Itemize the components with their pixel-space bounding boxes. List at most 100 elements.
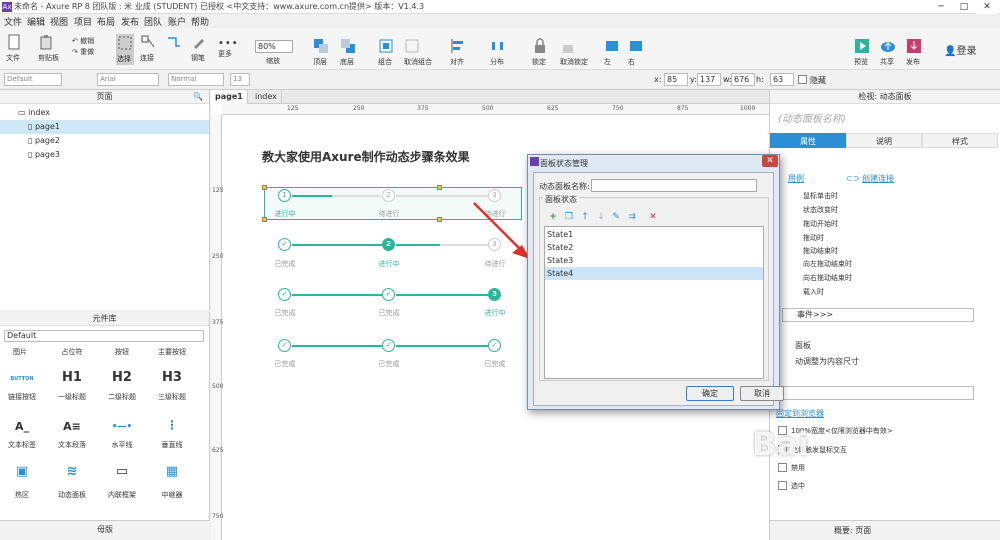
menu-account[interactable]: 账户 xyxy=(168,15,186,28)
resize-handle[interactable] xyxy=(262,185,267,190)
widget-image[interactable]: 图片 xyxy=(0,347,40,357)
close-icon[interactable]: ✕ xyxy=(976,0,998,14)
file-button[interactable]: 文件 xyxy=(6,34,22,63)
panel-option-select[interactable] xyxy=(782,386,974,400)
x-field[interactable]: 85 xyxy=(664,73,688,86)
dynamic-panel-icon[interactable]: ≋ xyxy=(52,464,92,479)
text-label-icon[interactable]: A_ xyxy=(2,420,42,433)
panel-name-field[interactable]: (动态面板名称) xyxy=(778,110,846,125)
panel-name-input[interactable] xyxy=(591,179,757,192)
clipboard-button[interactable]: 剪贴板 xyxy=(38,34,59,63)
dialog-close-button[interactable]: ✕ xyxy=(762,155,778,167)
tab-properties[interactable]: 属性 xyxy=(770,133,846,148)
event-item[interactable]: 鼠标单击时 xyxy=(803,191,838,201)
more-button[interactable]: ••• 更多 xyxy=(218,38,239,59)
lock-button[interactable]: 锁定 xyxy=(532,38,548,67)
top-layer-button[interactable]: 顶层 xyxy=(313,38,329,67)
resize-handle[interactable] xyxy=(437,217,442,222)
ok-button[interactable]: 确定 xyxy=(686,386,734,401)
cancel-button[interactable]: 取消 xyxy=(740,386,784,401)
state-item[interactable]: State1 xyxy=(545,228,763,241)
menu-edit[interactable]: 编辑 xyxy=(27,15,45,28)
h3-icon[interactable]: H3 xyxy=(152,370,192,385)
move-up-icon[interactable]: ↑ xyxy=(580,212,590,222)
tab-style[interactable]: 样式 xyxy=(922,133,998,148)
h2-icon[interactable]: H2 xyxy=(102,370,142,385)
more-events-select[interactable]: 事件>>> xyxy=(782,308,974,322)
page-item-page1[interactable]: ▯ page1 xyxy=(0,120,209,134)
tab-page1[interactable]: page1 xyxy=(211,90,248,104)
state-item[interactable]: State2 xyxy=(545,241,763,254)
tab-notes[interactable]: 说明 xyxy=(846,133,922,148)
share-button[interactable]: 共享 xyxy=(880,38,896,67)
page-root-item[interactable]: ▭ index xyxy=(18,106,50,120)
menu-file[interactable]: 文件 xyxy=(4,15,22,28)
pen-button[interactable]: 钢笔 xyxy=(191,34,207,63)
event-item[interactable]: 向右拖动结束时 xyxy=(803,273,852,283)
left-button[interactable]: 左 xyxy=(604,38,620,67)
paragraph-icon[interactable]: A≡ xyxy=(52,420,92,433)
widget-placeholder[interactable]: 占位符 xyxy=(52,347,92,357)
page-item-page2[interactable]: ▯ page2 xyxy=(28,134,60,148)
menu-help[interactable]: 帮助 xyxy=(191,15,209,28)
link-button-icon[interactable]: BUTTON xyxy=(2,376,42,382)
state-item-selected[interactable]: State4 xyxy=(545,267,763,280)
use-case-link[interactable]: 用例 xyxy=(788,173,804,184)
state-item[interactable]: State3 xyxy=(545,254,763,267)
width-field[interactable]: 676 xyxy=(731,73,755,86)
widget-button[interactable]: 按钮 xyxy=(102,347,142,357)
select-button[interactable]: 选择 xyxy=(116,34,134,65)
hotspot-icon[interactable]: ▣ xyxy=(2,464,42,479)
event-item[interactable]: 状态改变时 xyxy=(803,205,838,215)
h1-icon[interactable]: H1 xyxy=(52,370,92,385)
vertical-line-icon[interactable]: ⋮ xyxy=(152,418,192,432)
minimize-icon[interactable]: ─ xyxy=(930,0,952,14)
widget-primary-button[interactable]: 主要按钮 xyxy=(152,347,192,357)
bottom-layer-button[interactable]: 底层 xyxy=(340,38,356,67)
connect-button[interactable]: 连接 xyxy=(140,34,156,63)
event-item[interactable]: 拖动时 xyxy=(803,233,824,243)
tab-index[interactable]: index xyxy=(251,90,282,104)
height-field[interactable]: 63 xyxy=(770,73,794,86)
edit-state-icon[interactable]: ✎ xyxy=(611,212,621,222)
menu-layout[interactable]: 布局 xyxy=(97,15,115,28)
font-select[interactable]: Arial xyxy=(97,73,159,86)
library-select[interactable]: Default xyxy=(4,330,204,342)
style-select[interactable]: Default xyxy=(4,73,62,86)
inline-frame-icon[interactable]: ▭ xyxy=(102,464,142,479)
resize-handle[interactable] xyxy=(437,185,442,190)
event-item[interactable]: 载入时 xyxy=(803,287,824,297)
connector-tool-button[interactable] xyxy=(166,34,182,53)
y-field[interactable]: 137 xyxy=(697,73,721,86)
redo-button[interactable]: ↷ 重做 xyxy=(72,47,94,57)
selected-checkbox[interactable] xyxy=(778,481,787,490)
delete-state-icon[interactable]: ✕ xyxy=(648,212,658,222)
event-item[interactable]: 拖动开始时 xyxy=(803,219,838,229)
edit-all-states-icon[interactable]: ⇉ xyxy=(627,212,637,222)
ungroup-button[interactable]: 取消组合 xyxy=(404,38,432,67)
menu-publish[interactable]: 发布 xyxy=(121,15,139,28)
page-item-page3[interactable]: ▯ page3 xyxy=(28,148,60,162)
distribute-button[interactable]: 分布 xyxy=(490,38,506,67)
repeater-icon[interactable]: ▦ xyxy=(152,464,192,479)
create-link-button[interactable]: ⊂⊃ 创建连接 xyxy=(846,173,894,184)
add-state-icon[interactable]: + xyxy=(548,212,558,222)
hidden-checkbox[interactable] xyxy=(798,75,807,84)
login-button[interactable]: 👤登录 xyxy=(944,42,976,57)
horizontal-line-icon[interactable]: •—• xyxy=(102,422,142,432)
maximize-icon[interactable]: □ xyxy=(953,0,975,14)
unlock-button[interactable]: 取消锁定 xyxy=(560,38,588,67)
font-size-select[interactable]: 13 xyxy=(230,73,250,86)
event-item[interactable]: 拖动结束时 xyxy=(803,246,838,256)
weight-select[interactable]: Normal xyxy=(168,73,224,86)
move-down-icon[interactable]: ↓ xyxy=(596,212,606,222)
menu-team[interactable]: 团队 xyxy=(144,15,162,28)
auto-fit-option[interactable]: 动调整为内容尺寸 xyxy=(795,356,859,367)
right-button[interactable]: 右 xyxy=(628,38,644,67)
menu-project[interactable]: 项目 xyxy=(74,15,92,28)
disabled-checkbox[interactable] xyxy=(778,463,787,472)
search-icon[interactable]: 🔍 xyxy=(193,90,203,104)
zoom-select[interactable]: 80% xyxy=(255,40,293,53)
publish-button[interactable]: 发布 xyxy=(906,38,922,67)
align-button[interactable]: 对齐 xyxy=(450,38,466,67)
